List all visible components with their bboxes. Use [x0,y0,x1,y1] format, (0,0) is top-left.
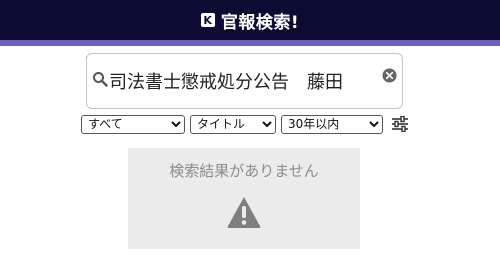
header-accent-bar [0,40,500,46]
field-select[interactable]: タイトル [190,114,276,134]
warning-icon [227,197,261,228]
clear-icon[interactable] [382,68,397,83]
search-box [86,53,403,109]
sliders-icon[interactable] [391,116,409,132]
search-input[interactable] [109,66,377,96]
app-title: 官報検索! [220,12,300,33]
filter-row: すべて タイトル 30年以内 [81,114,409,134]
app-brand[interactable]: K 官報検索! [200,8,300,33]
kanpo-logo-icon: K [200,13,215,27]
header-bar: K 官報検索! [0,0,500,40]
category-select[interactable]: すべて [81,114,185,134]
range-select[interactable]: 30年以内 [281,114,383,134]
search-icon [93,72,108,87]
empty-result-panel: 検索結果がありません [128,148,360,249]
no-results-message: 検索結果がありません [169,162,319,180]
